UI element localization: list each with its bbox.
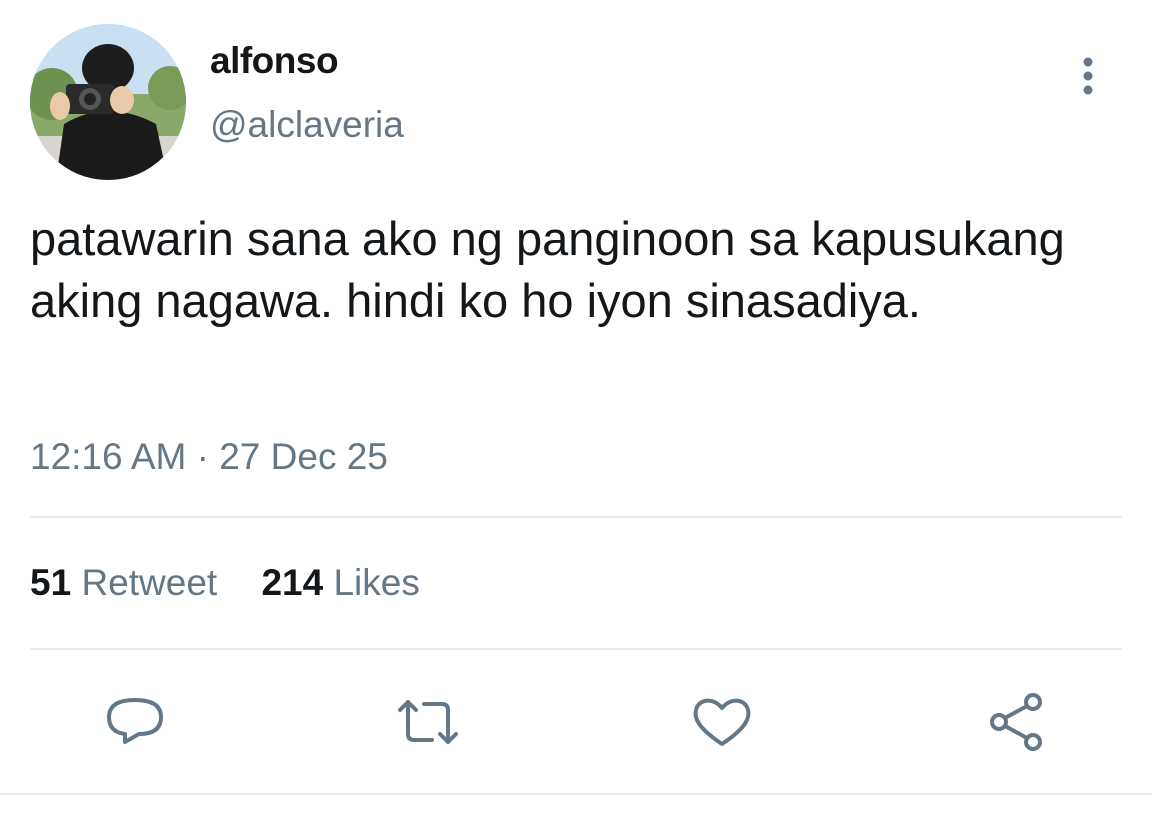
retweet-icon	[398, 700, 458, 744]
retweet-label: Retweet	[81, 562, 218, 603]
share-icon	[990, 693, 1042, 751]
reply-button[interactable]	[103, 690, 167, 754]
likes-count: 214	[261, 562, 324, 603]
display-name[interactable]: alfonso	[210, 40, 339, 82]
heart-icon	[693, 698, 751, 746]
tweet-timestamp[interactable]: 12:16 AM · 27 Dec 25	[30, 436, 388, 478]
like-button[interactable]	[690, 690, 754, 754]
divider	[30, 516, 1122, 518]
retweet-count: 51	[30, 562, 72, 603]
tweet-stats: 51 Retweet 214 Likes	[30, 562, 454, 604]
retweet-stat[interactable]: 51 Retweet	[30, 562, 217, 604]
reply-bubble-icon	[107, 698, 163, 744]
bottom-divider	[0, 793, 1152, 795]
likes-label: Likes	[333, 562, 420, 603]
more-vertical-icon	[1083, 57, 1093, 95]
likes-stat[interactable]: 214 Likes	[261, 562, 419, 604]
share-button[interactable]	[985, 690, 1049, 754]
avatar[interactable]	[30, 24, 186, 180]
retweet-button[interactable]	[396, 690, 460, 754]
divider	[30, 648, 1122, 650]
avatar-photo	[30, 24, 186, 180]
tweet-text: patawarin sana ako ng panginoon sa kapus…	[30, 212, 1065, 327]
user-handle[interactable]: @alclaveria	[210, 104, 404, 146]
more-options-button[interactable]	[1068, 54, 1108, 98]
